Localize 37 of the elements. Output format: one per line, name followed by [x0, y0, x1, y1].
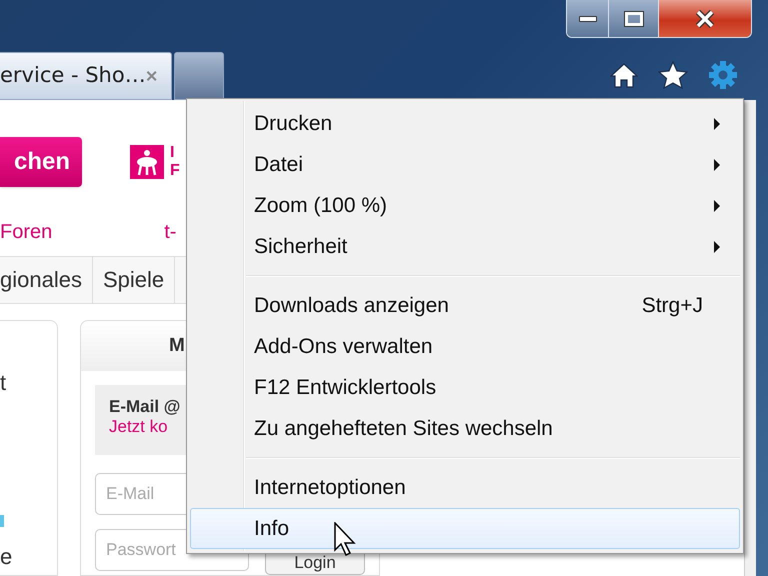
scrollbar[interactable]	[744, 100, 756, 576]
star-icon[interactable]	[658, 61, 688, 89]
menu-item[interactable]: Zu angehefteten Sites wechseln	[190, 408, 740, 449]
menu-item[interactable]: Sicherheit	[190, 226, 740, 267]
maximize-button[interactable]	[609, 0, 659, 37]
signup-link[interactable]: Jetzt ko	[109, 417, 168, 437]
home-icon[interactable]	[610, 62, 638, 88]
menu-item[interactable]: Info	[190, 508, 740, 549]
card-title: M	[169, 334, 185, 358]
menu-item[interactable]: Drucken	[190, 103, 740, 144]
promo-text[interactable]: F	[170, 162, 180, 180]
nav-link[interactable]: Foren	[0, 217, 52, 248]
nav-link[interactable]: t-	[164, 217, 176, 248]
sidebar-link-mark	[0, 515, 4, 527]
close-button[interactable]	[659, 0, 751, 37]
menu-item[interactable]: Datei	[190, 144, 740, 185]
menu-item[interactable]: F12 Entwicklertools	[190, 367, 740, 408]
card-heading: E-Mail @	[109, 397, 180, 417]
search-button[interactable]: chen	[0, 136, 82, 187]
close-tab-icon[interactable]	[146, 68, 157, 84]
promo-text[interactable]: I	[170, 144, 174, 162]
sidebar-text: e	[0, 545, 14, 569]
menu-item[interactable]: Downloads anzeigen Strg+J	[190, 285, 740, 326]
browser-tab[interactable]: ervice - Sho…	[0, 52, 172, 100]
sidebar-text: t	[0, 371, 8, 395]
menu-item[interactable]: Zoom (100 %)	[190, 185, 740, 226]
minimize-icon	[578, 16, 596, 22]
menu-item[interactable]: Add-Ons verwalten	[190, 326, 740, 367]
minimize-button[interactable]	[567, 0, 609, 37]
close-icon	[695, 10, 715, 28]
maximize-icon	[624, 12, 642, 26]
category-tab[interactable]: Spiele	[92, 256, 176, 303]
category-tab[interactable]: gionales	[0, 256, 93, 303]
logo-icon	[130, 144, 164, 179]
shortcut-text: Strg+J	[642, 292, 703, 319]
password-field[interactable]: Passwort	[95, 529, 249, 571]
settings-icon[interactable]	[708, 60, 738, 90]
